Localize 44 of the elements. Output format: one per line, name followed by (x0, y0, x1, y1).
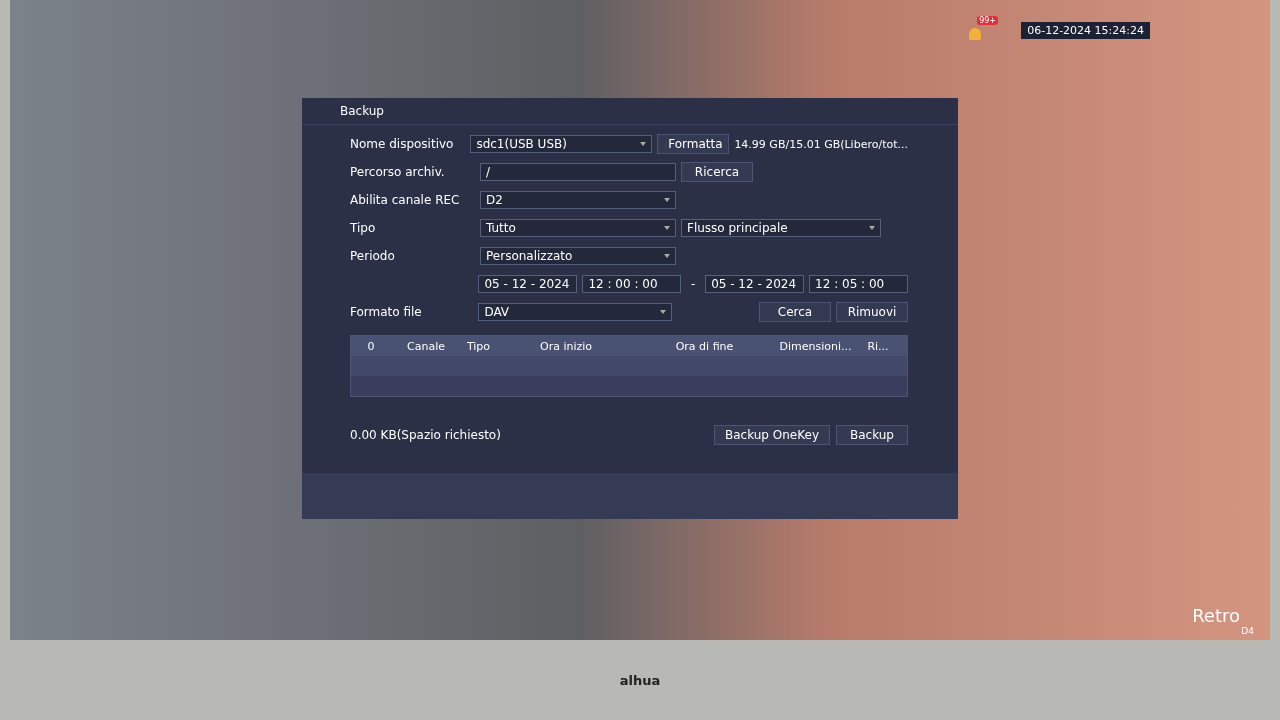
column-header[interactable]: Tipo (461, 339, 496, 353)
caret-icon (664, 198, 670, 202)
time-field[interactable]: 12 : 05 : 00 (809, 275, 908, 293)
path-field[interactable]: / (480, 163, 676, 181)
dropdown[interactable]: sdc1(USB USB) (470, 135, 653, 153)
column-header[interactable]: Ora di fine (636, 339, 773, 353)
dropdown[interactable]: D2 (480, 191, 676, 209)
field-label: Tipo (350, 221, 377, 235)
caret-icon (664, 254, 670, 258)
search-button[interactable]: Ricerca (681, 162, 753, 182)
action-button[interactable]: Cerca (759, 302, 831, 322)
dropdown[interactable]: DAV (478, 303, 672, 321)
storage-info: 14.99 GB/15.01 GB(Libero/tot... (734, 137, 908, 151)
dropdown[interactable]: Personalizzato (480, 247, 676, 265)
caret-icon (664, 226, 670, 230)
backup-button[interactable]: Backup (836, 425, 908, 445)
date-field[interactable]: 05 - 12 - 2024 (705, 275, 805, 293)
range-separator: - (690, 277, 697, 291)
alarm-count: 99+ (977, 16, 999, 25)
dialog-title: Backup (302, 98, 958, 125)
caret-icon (869, 226, 875, 230)
dropdown[interactable]: Tutto (480, 219, 676, 237)
field-label: Periodo (350, 249, 396, 263)
channel-number: D4 (1241, 626, 1254, 636)
dropdown[interactable]: Flusso principale (681, 219, 881, 237)
caret-icon (660, 310, 666, 314)
field-label: Nome dispositivo (350, 137, 455, 151)
time-field[interactable]: 12 : 00 : 00 (582, 275, 682, 293)
brand-logo: alhua (619, 672, 661, 688)
column-header[interactable]: Dimensioni... (773, 339, 858, 353)
required-space: 0.00 KB(Spazio richiesto) (350, 428, 501, 442)
field-label: Percorso archiv. (350, 165, 446, 179)
field-label: Abilita canale REC (350, 193, 461, 207)
column-header[interactable]: Ora inizio (496, 339, 636, 353)
caret-icon (640, 142, 647, 146)
column-header[interactable]: Ri... (858, 339, 898, 353)
backup-button[interactable]: Backup OneKey (714, 425, 830, 445)
date-field[interactable]: 05 - 12 - 2024 (478, 275, 578, 293)
field-label: Formato file (350, 305, 423, 319)
column-header[interactable]: 0 (351, 339, 391, 353)
channel-name: Retro (1192, 605, 1240, 626)
action-button[interactable]: Rimuovi (836, 302, 908, 322)
format-button[interactable]: Formatta (657, 134, 730, 154)
column-header[interactable]: Canale (391, 339, 461, 353)
